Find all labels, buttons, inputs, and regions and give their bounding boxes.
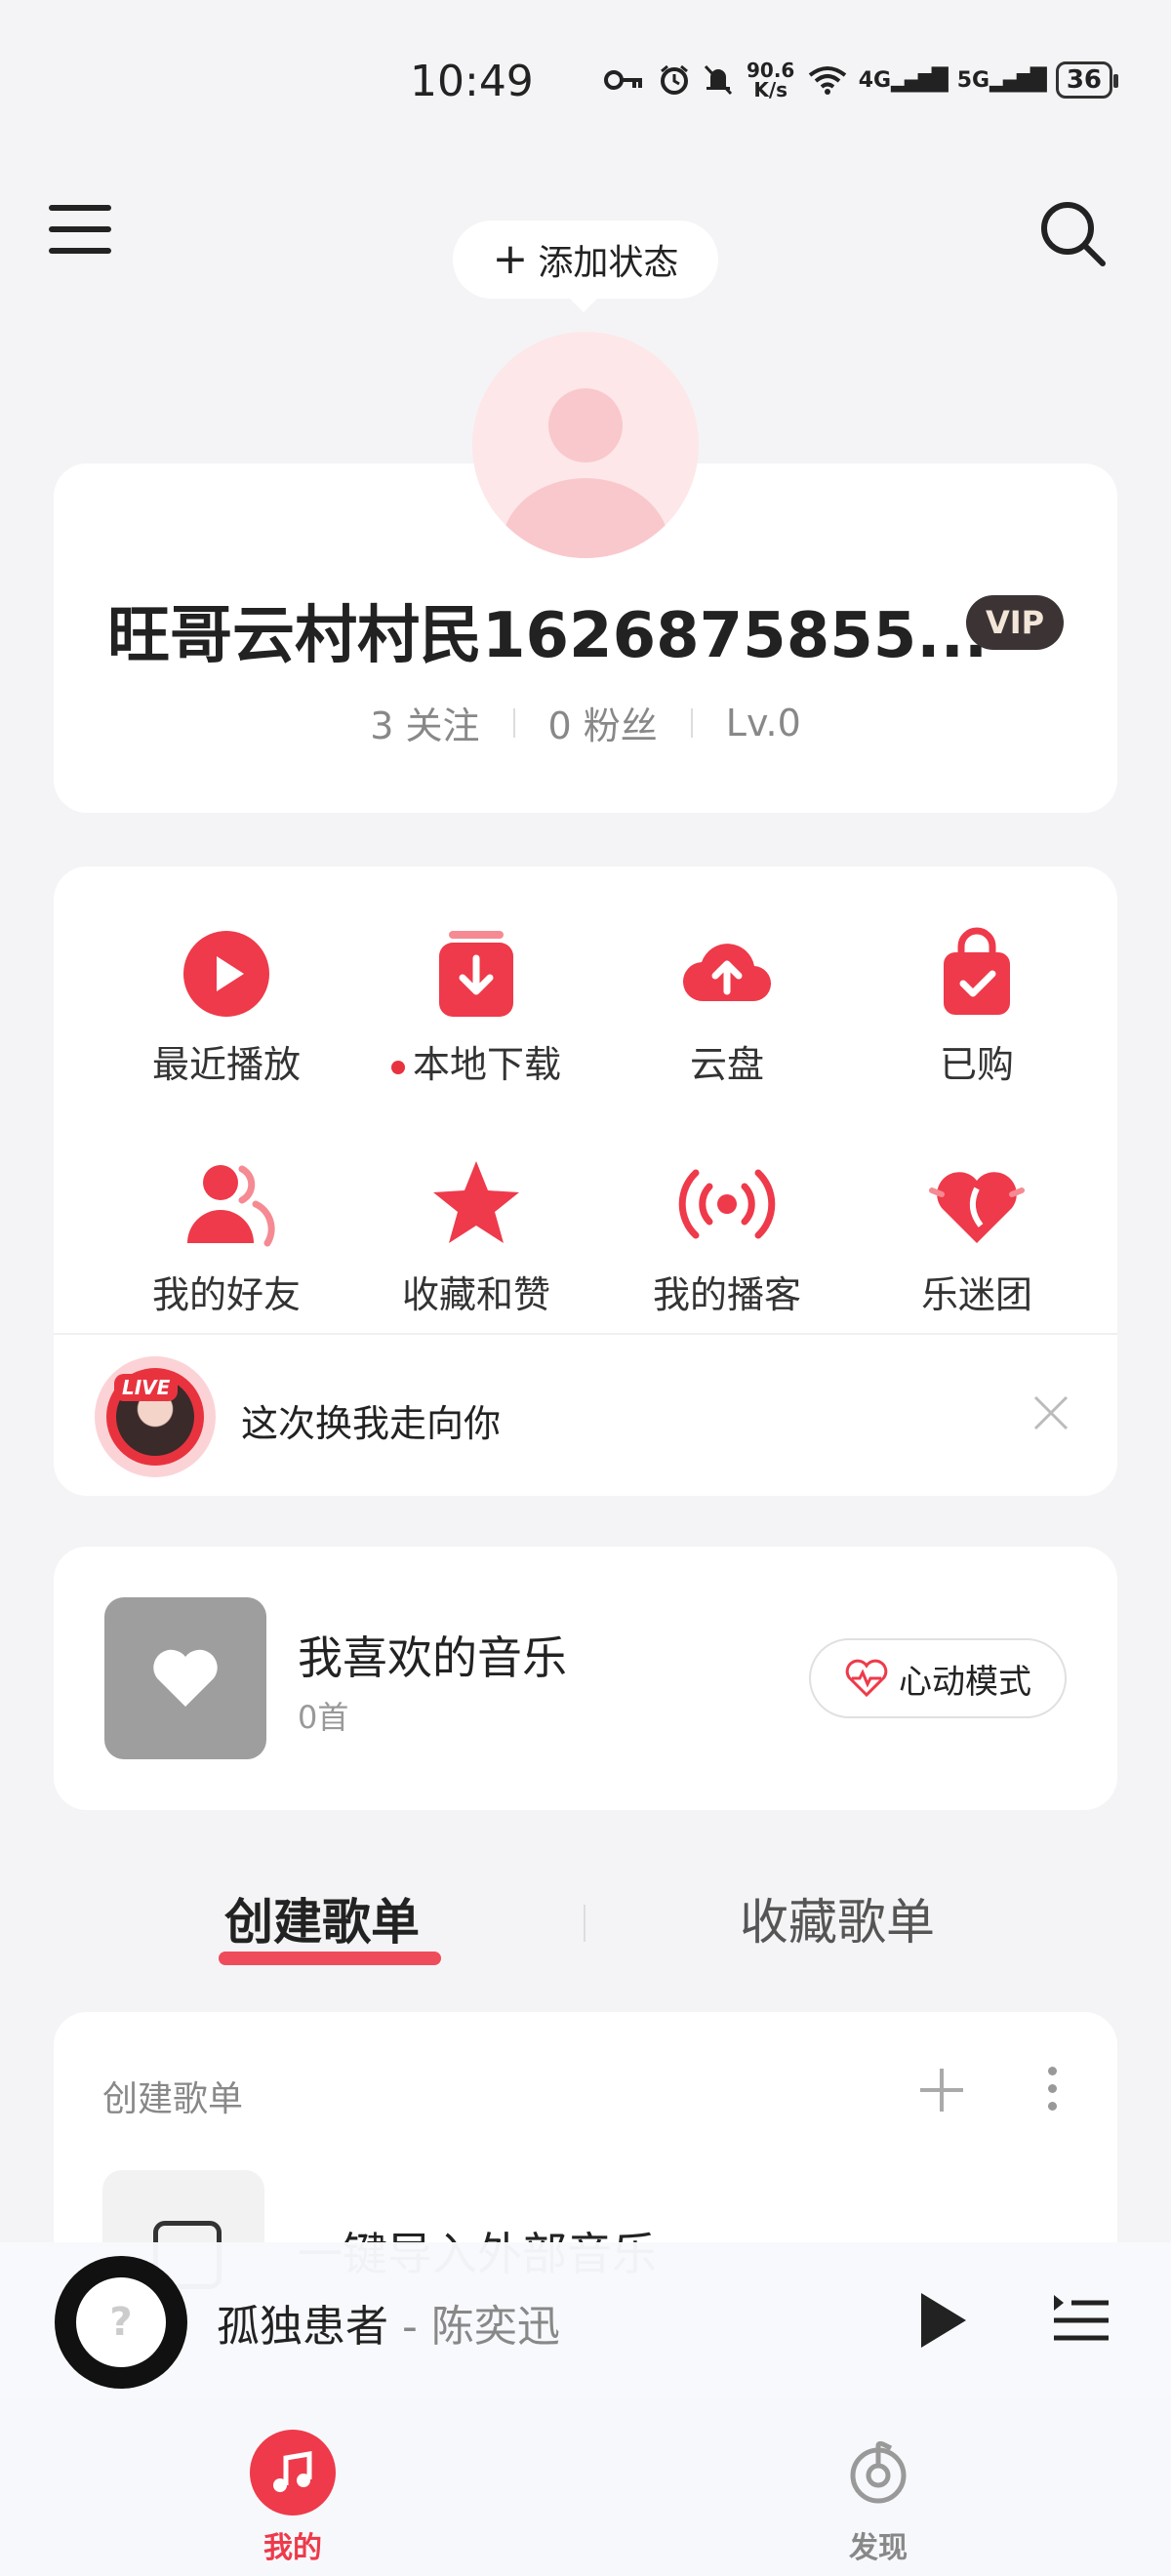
shortcut-friends[interactable]: 我的好友 [100,1155,353,1331]
live-tag: LIVE [114,1374,179,1401]
shortcut-fan-club[interactable]: 乐迷团 [850,1155,1104,1331]
cloud-upload-icon [682,944,772,1002]
play-icon [921,2293,966,2348]
now-playing-info[interactable]: 孤独患者 - 陈奕迅 [217,2291,560,2354]
playlist-queue-button[interactable] [1050,2289,1112,2352]
liked-music-cover [104,1597,266,1759]
wifi-icon [808,65,847,95]
shortcut-favorites[interactable]: 收藏和赞 [349,1155,603,1331]
shortcut-recent-play[interactable]: 最近播放 [100,925,353,1101]
queue-icon [1054,2295,1109,2341]
level-badge[interactable]: Lv.0 [693,702,834,745]
net-speed: 90.6 K/s [747,59,795,101]
song-artist: - 陈奕迅 [388,2302,560,2352]
signal-4g: 4G▂▄▆█ [858,67,949,93]
podcast-icon [678,1169,776,1239]
liked-music-title: 我喜欢的音乐 [298,1631,567,1684]
heart-beat-icon [845,1659,888,1698]
vip-badge[interactable]: VIP [966,595,1064,650]
heart-mode-label: 心动模式 [899,1662,1031,1702]
close-button[interactable] [1031,1393,1070,1432]
search-icon [1041,202,1106,266]
add-status-button[interactable]: + 添加状态 [453,221,718,312]
discover-icon [835,2430,921,2516]
close-icon [1033,1395,1069,1430]
download-icon [439,931,513,1017]
tab-created-playlists[interactable]: 创建歌单 [219,1883,441,1965]
followers-count[interactable]: 0 粉丝 [515,696,691,749]
liked-music-card[interactable]: 我喜欢的音乐 0首 心动模式 [54,1547,1117,1810]
status-icons: 90.6 K/s 4G▂▄▆█ 5G▂▄▆█ 36 [603,59,1119,101]
star-icon [433,1161,519,1243]
mute-bell-icon [703,63,734,97]
status-time: 10:49 [410,57,534,106]
liked-music-count: 0首 [298,1699,349,1736]
shortcut-podcast[interactable]: 我的播客 [600,1155,854,1331]
more-vertical-icon [1047,2067,1057,2075]
playlist-section-header: 创建歌单 [102,2079,244,2119]
shortcut-local-download[interactable]: 本地下载 [349,925,603,1101]
music-note-icon [250,2430,336,2516]
avatar[interactable] [472,332,699,558]
add-playlist-button[interactable] [912,2061,971,2119]
shopping-bag-icon [944,927,1010,1015]
playlist-tabs: 创建歌单 收藏歌单 [0,1883,1171,1965]
vip-label: VIP [985,604,1045,641]
plus-icon [920,2069,963,2112]
search-button[interactable] [1034,195,1112,273]
key-icon [603,68,646,92]
friends-icon [187,1165,275,1247]
more-options-button[interactable] [1037,2061,1067,2119]
shortcut-cloud-disk[interactable]: 云盘 [600,925,854,1101]
album-disc[interactable]: ? [55,2256,187,2389]
plus-icon: + [492,234,529,284]
following-count[interactable]: 3 关注 [337,696,512,749]
hamburger-menu-icon [49,205,111,211]
unread-dot [390,1060,405,1074]
menu-button[interactable] [49,205,111,260]
username[interactable]: 旺哥云村村民1626875855... [107,585,988,675]
tab-underline [219,1952,441,1965]
mini-player: ? 孤独患者 - 陈奕迅 [0,2242,1171,2398]
signal-5g: 5G▂▄▆█ [956,67,1047,93]
bottom-nav: 我的 发现 [0,2398,1171,2576]
shortcut-purchased[interactable]: 已购 [850,925,1104,1101]
nav-discover[interactable]: 发现 [781,2430,976,2566]
tab-collected-playlists[interactable]: 收藏歌单 [740,1883,935,1953]
add-status-label: 添加状态 [538,243,679,283]
live-avatar[interactable]: LIVE [95,1356,216,1477]
nav-mine[interactable]: 我的 [195,2430,390,2566]
heart-mode-button[interactable]: 心动模式 [809,1638,1067,1718]
live-banner[interactable]: LIVE 这次换我走向你 [54,1335,1117,1496]
status-bar: 10:49 90.6 K/s 4G▂▄▆█ 5G▂▄▆█ 36 [0,0,1171,146]
album-cover: ? [76,2277,166,2367]
shortcut-grid: 最近播放 本地下载 云盘 已购 我的好友 收藏和赞 我的播客 乐迷团 LIVE … [54,866,1117,1496]
heart-fan-icon [929,1172,1025,1243]
song-title: 孤独患者 [217,2302,388,2352]
alarm-icon [658,63,691,97]
play-button[interactable] [913,2289,972,2352]
live-banner-text: 这次换我走向你 [241,1402,502,1445]
battery-indicator: 36 [1055,61,1119,99]
heart-icon [153,1649,218,1707]
profile-stats: 3 关注 0 粉丝 Lv.0 [54,696,1117,749]
play-circle-icon [183,931,269,1017]
